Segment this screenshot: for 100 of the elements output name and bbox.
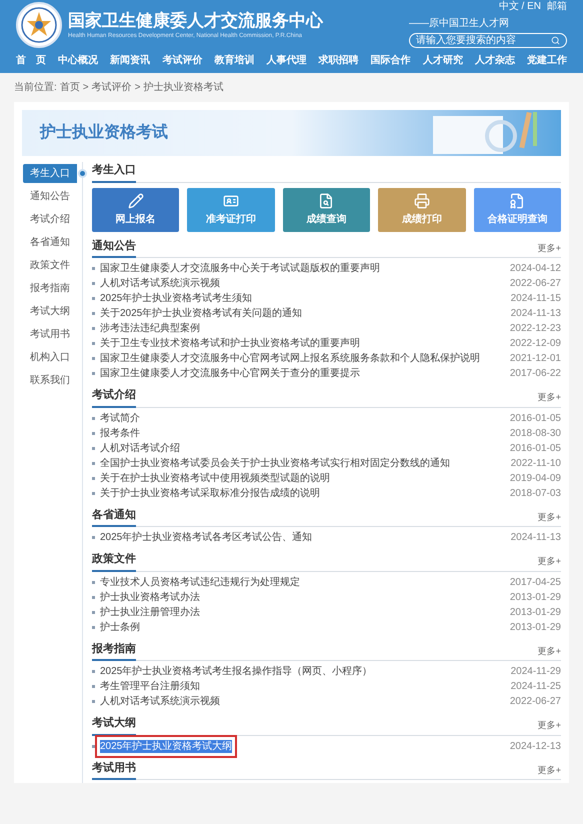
article-date: 2022-06-27 (510, 695, 561, 709)
nav-link[interactable]: 教育培训 (214, 53, 254, 68)
breadcrumb-link[interactable]: 考试评价 (92, 80, 132, 95)
language-link[interactable]: 中文 / EN (498, 0, 541, 14)
nav-link[interactable]: 国际合作 (370, 53, 411, 68)
service-tile[interactable]: 网上报名 (92, 188, 180, 232)
nav-link[interactable]: 中心概况 (58, 53, 98, 68)
article-date: 2024-11-13 (510, 307, 561, 321)
section-title: 考生入口 (92, 162, 136, 182)
document-search-icon (318, 192, 334, 208)
former-name: ——原中国卫生人才网 (409, 16, 509, 30)
sidebar-item[interactable]: 考试大纲 (23, 302, 77, 321)
banner-title: 护士执业资格考试 (40, 122, 168, 143)
article-date: 2016-01-05 (510, 412, 561, 426)
article-date: 2019-04-09 (510, 472, 561, 486)
nav-link[interactable]: 首 页 (16, 53, 46, 68)
sidebar-item[interactable]: 考生入口 (23, 164, 77, 183)
article-date: 2024-11-13 (510, 531, 561, 545)
article-date: 2021-12-01 (510, 352, 561, 366)
article-link[interactable]: 人机对话考试系统演示视频 (100, 695, 220, 708)
more-link[interactable]: 更多+ (538, 719, 561, 734)
article-link[interactable]: 人机对话考试系统演示视频 (100, 277, 220, 290)
article-link[interactable]: 关于护士执业资格考试采取标准分报告成绩的说明 (100, 486, 320, 500)
article-link[interactable]: 考生管理平台注册须知 (100, 680, 200, 693)
sidebar-item[interactable]: 机构入口 (23, 348, 77, 367)
article-link[interactable]: 报考条件 (100, 426, 140, 440)
more-link[interactable]: 更多+ (538, 242, 561, 257)
section-title: 报考指南 (92, 640, 136, 661)
article-date: 2013-01-29 (510, 620, 561, 634)
breadcrumb-link[interactable]: 首页 (60, 80, 80, 95)
sidebar-item[interactable]: 考试介绍 (23, 210, 77, 229)
article-date: 2022-12-09 (510, 337, 561, 351)
article-link[interactable]: 2025年护士执业资格考试考生须知 (100, 292, 252, 305)
more-link[interactable]: 更多+ (538, 764, 561, 779)
search-field[interactable]: 请输入您要搜索的内容 (409, 32, 567, 48)
sidebar-item[interactable]: 各省通知 (23, 233, 77, 252)
article-link[interactable]: 护士执业资格考试办法 (100, 590, 200, 604)
article-link[interactable]: 人机对话考试介绍 (100, 442, 180, 454)
nav-link[interactable]: 人才杂志 (474, 53, 515, 68)
nav-link[interactable]: 新闻资讯 (110, 53, 150, 68)
article-date: 2022-11-10 (510, 456, 561, 470)
breadcrumb-separator: > (82, 81, 89, 95)
article-date: 2018-07-03 (510, 486, 561, 500)
nav-link[interactable]: 人事代理 (266, 53, 306, 68)
article-date: 2018-08-30 (510, 426, 561, 440)
article-link[interactable]: 2025年护士执业资格考试各考区考试公告、通知 (100, 531, 312, 544)
section-title: 考试用书 (92, 760, 136, 780)
more-link[interactable]: 更多+ (538, 644, 561, 660)
nav-link[interactable]: 考试评价 (162, 53, 202, 68)
article-link[interactable]: 关于在护士执业资格考试中使用视频类型试题的说明 (100, 472, 330, 484)
sidebar-item[interactable]: 考试用书 (23, 325, 77, 344)
article-link[interactable]: 2025年护士执业资格考试大纲 (100, 740, 232, 752)
article-date: 2016-01-05 (510, 442, 561, 456)
search-icon[interactable] (551, 36, 560, 44)
more-link[interactable]: 更多+ (538, 555, 561, 570)
sidebar-item[interactable]: 政策文件 (23, 256, 77, 275)
article-date: 2013-01-29 (510, 590, 561, 604)
nav-link[interactable]: 人才研究 (422, 53, 463, 68)
article-date: 2024-11-15 (510, 292, 561, 306)
article-link[interactable]: 2025年护士执业资格考试考生报名操作指导（网页、小程序） (100, 665, 372, 678)
sidebar-item[interactable]: 联系我们 (23, 371, 77, 390)
article-link[interactable]: 护士条例 (100, 620, 140, 634)
article-date: 2017-04-25 (510, 576, 561, 590)
article-date: 2024-04-12 (510, 262, 561, 276)
article-link[interactable]: 国家卫生健康委人才交流服务中心官网关于查分的重要提示 (100, 367, 360, 380)
article-link[interactable]: 涉考违法违纪典型案例 (100, 322, 200, 335)
section-title: 政策文件 (92, 551, 136, 572)
article-date: 2022-06-27 (510, 277, 561, 291)
id-card-icon (223, 192, 240, 208)
article-link[interactable]: 关于2025年护士执业资格考试有关问题的通知 (100, 307, 302, 320)
breadcrumb-separator: > (134, 81, 140, 95)
more-link[interactable]: 更多+ (538, 391, 561, 406)
pencil-icon (128, 192, 144, 208)
article-link[interactable]: 护士执业注册管理办法 (100, 606, 200, 618)
service-tile[interactable]: 成绩查询 (282, 188, 370, 232)
site-title: 国家卫生健康委人才交流服务中心 (68, 10, 323, 32)
more-link[interactable]: 更多+ (538, 510, 561, 526)
section-title: 各省通知 (92, 506, 136, 527)
nav-link[interactable]: 求职招聘 (318, 53, 359, 68)
logo-icon (16, 2, 62, 48)
breadcrumb-label: 当前位置: (14, 80, 57, 95)
article-date: 2024-12-13 (510, 740, 561, 754)
nav-link[interactable]: 党建工作 (526, 53, 567, 68)
certificate-icon (509, 192, 526, 208)
article-date: 2013-01-29 (510, 606, 561, 620)
article-date: 2017-06-22 (510, 367, 561, 381)
breadcrumb-link[interactable]: 护士执业资格考试 (143, 80, 224, 95)
sidebar-item[interactable]: 通知公告 (23, 187, 77, 206)
section-title: 考试大纲 (92, 715, 136, 736)
printer-icon (414, 192, 430, 208)
article-link[interactable]: 国家卫生健康委人才交流服务中心官网考试网上报名系统服务条款和个人隐私保护说明 (100, 352, 480, 365)
sidebar-item[interactable]: 报考指南 (23, 279, 77, 298)
article-link[interactable]: 全国护士执业资格考试委员会关于护士执业资格考试实行相对固定分数线的通知 (100, 456, 450, 470)
article-link[interactable]: 考试简介 (100, 412, 140, 424)
section-title: 考试介绍 (92, 387, 136, 408)
article-link[interactable]: 专业技术人员资格考试违纪违规行为处理规定 (100, 576, 300, 588)
article-link[interactable]: 国家卫生健康委人才交流服务中心关于考试试题版权的重要声明 (100, 262, 380, 275)
article-link[interactable]: 关于卫生专业技术资格考试和护士执业资格考试的重要声明 (100, 337, 360, 350)
article-date: 2024-11-29 (510, 665, 561, 679)
mail-link[interactable]: 邮箱 (547, 0, 567, 14)
